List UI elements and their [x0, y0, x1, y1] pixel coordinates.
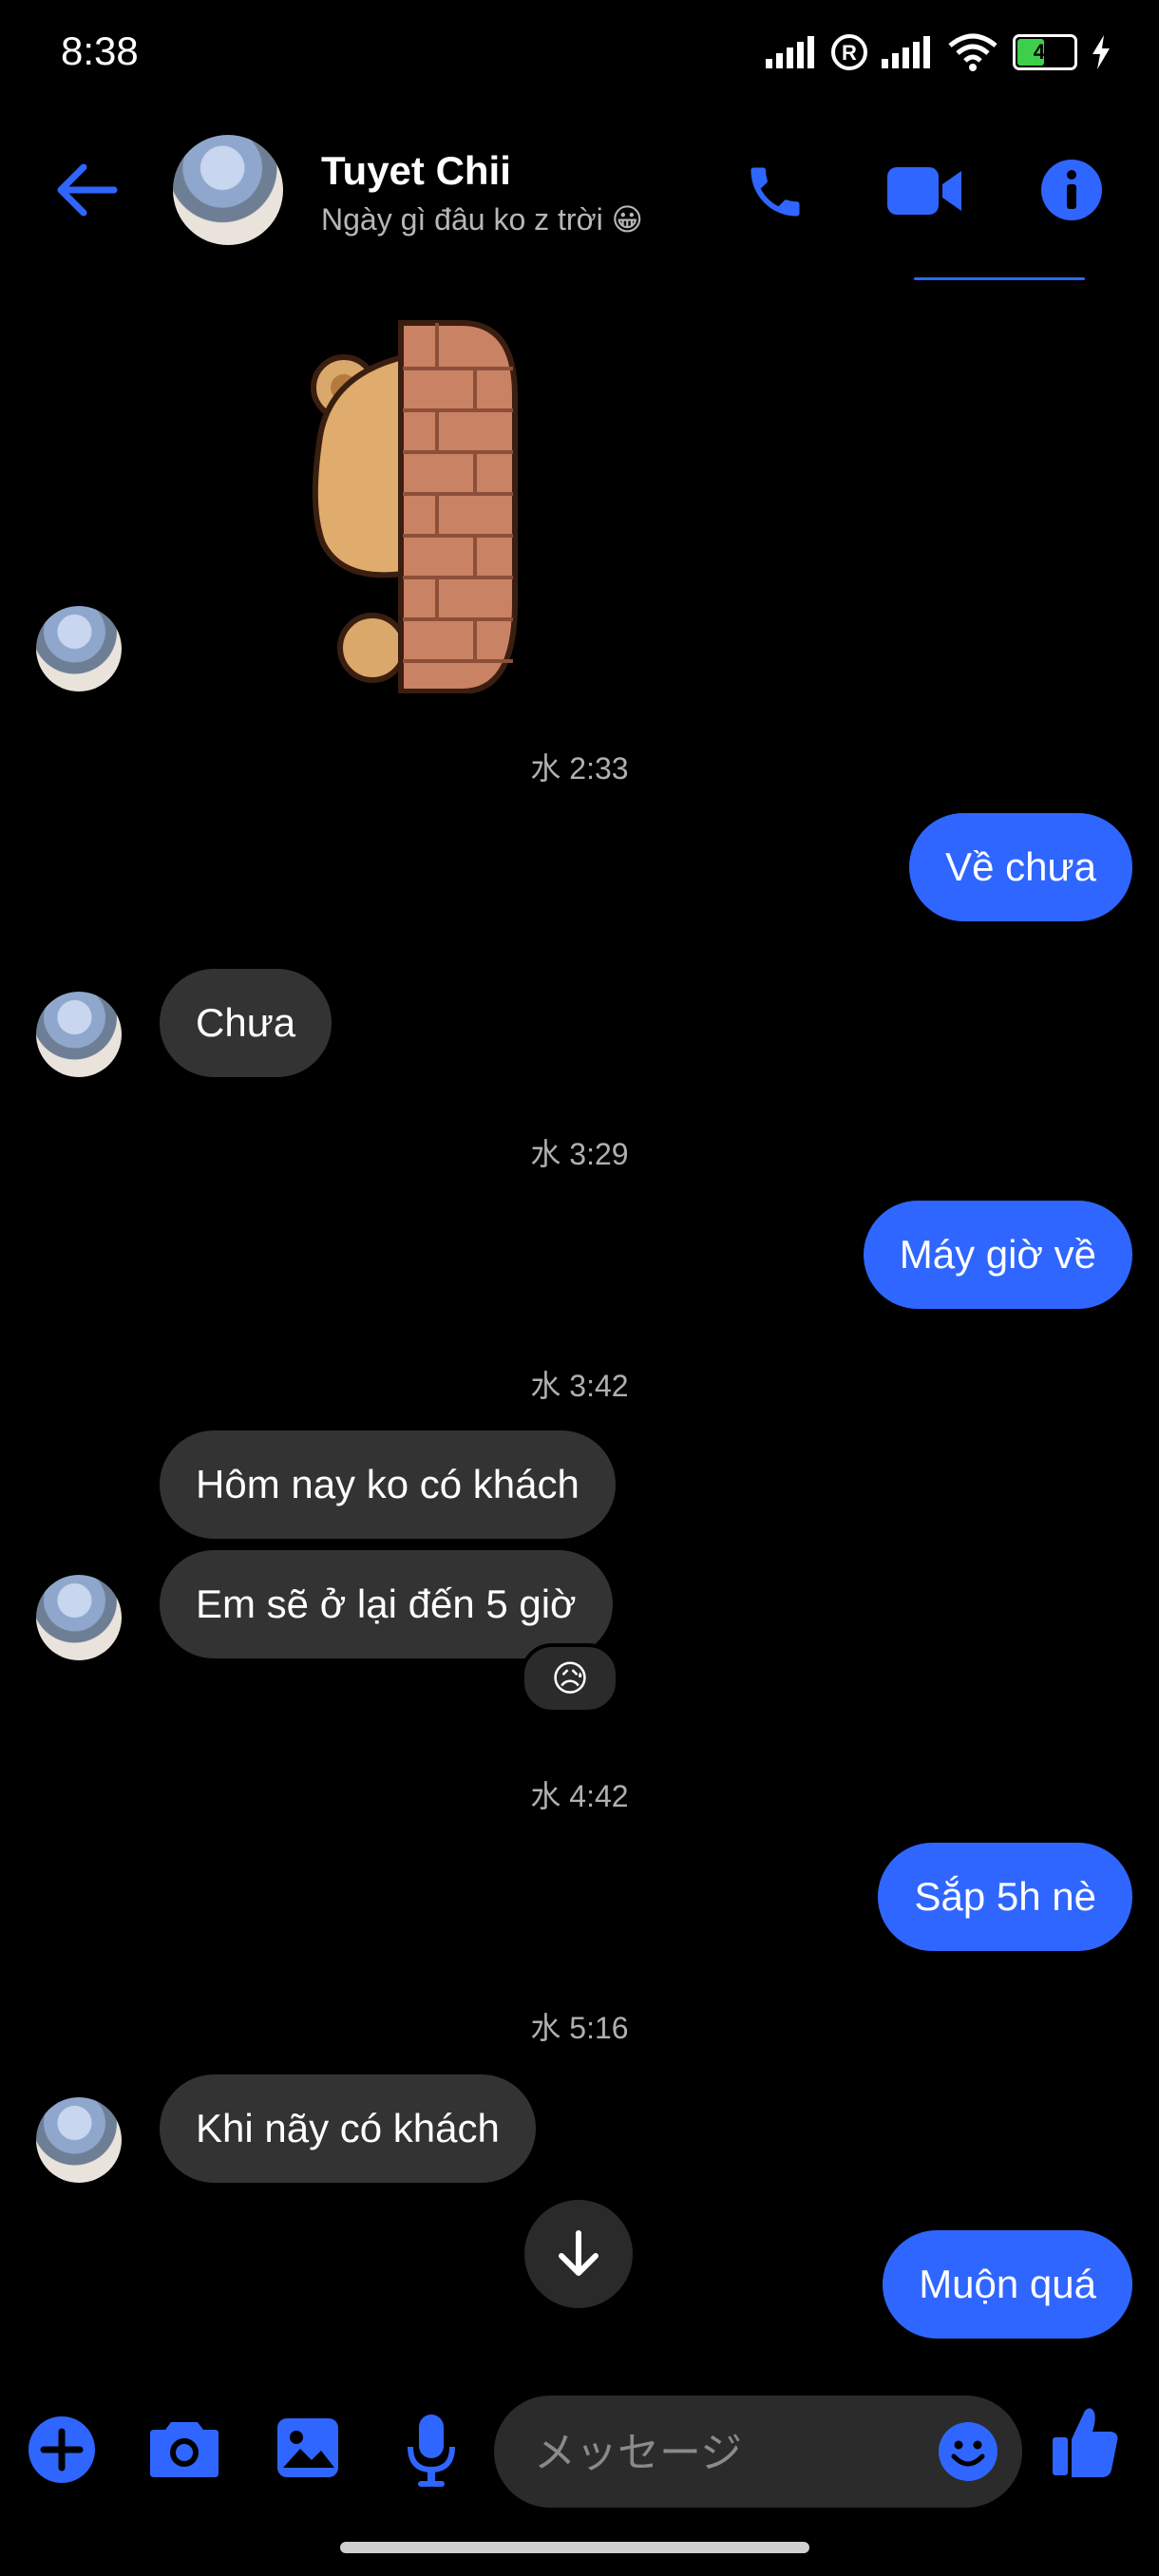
- timestamp: 水 2:33: [530, 751, 629, 786]
- outgoing-message[interactable]: Muộn quá: [883, 2230, 1132, 2339]
- phone-icon[interactable]: [743, 160, 808, 224]
- incoming-message[interactable]: Chưa: [160, 969, 332, 1077]
- plus-icon[interactable]: [27, 2415, 97, 2485]
- outgoing-message[interactable]: Sắp 5h nè: [878, 1843, 1132, 1951]
- gallery-icon[interactable]: [276, 2416, 340, 2479]
- sender-avatar: [36, 606, 122, 691]
- scroll-to-bottom-button[interactable]: [524, 2200, 633, 2308]
- header-divider: [914, 277, 1085, 280]
- sender-avatar: [36, 1575, 122, 1660]
- svg-text:R: R: [842, 41, 857, 65]
- message-reaction[interactable]: 😥: [521, 1643, 619, 1714]
- status-icons: R 45: [766, 32, 1112, 72]
- battery-level: 45: [1033, 40, 1057, 64]
- bear-peeking-behind-wall-sticker[interactable]: [304, 319, 522, 693]
- outgoing-message[interactable]: Máy giờ về: [863, 1201, 1132, 1309]
- incoming-message[interactable]: Khi nãy có khách: [160, 2074, 536, 2183]
- battery-indicator: 45: [1013, 34, 1077, 70]
- sender-avatar: [36, 2097, 122, 2183]
- contact-status: Ngày gì đâu ko z trời 😀: [321, 202, 643, 237]
- video-camera-icon[interactable]: [887, 163, 963, 218]
- back-arrow-icon[interactable]: [55, 161, 118, 218]
- emoji-icon[interactable]: [937, 2420, 999, 2483]
- wifi-icon: [948, 33, 998, 71]
- incoming-message[interactable]: Hôm nay ko có khách: [160, 1430, 616, 1539]
- charging-icon: [1092, 35, 1110, 69]
- message-input[interactable]: [532, 2418, 916, 2487]
- camera-icon[interactable]: [148, 2418, 220, 2479]
- microphone-icon[interactable]: [407, 2413, 456, 2489]
- incoming-message[interactable]: Em sẽ ở lại đến 5 giờ: [160, 1550, 613, 1658]
- contact-name[interactable]: Tuyet Chii: [321, 148, 511, 194]
- timestamp: 水 3:29: [530, 1137, 629, 1171]
- message-composer[interactable]: [494, 2396, 1022, 2508]
- contact-avatar[interactable]: [173, 135, 283, 245]
- signal-icon: [766, 36, 814, 68]
- sender-avatar: [36, 992, 122, 1077]
- timestamp: 水 5:16: [530, 2011, 629, 2045]
- info-icon[interactable]: [1039, 158, 1104, 222]
- roaming-icon: R: [831, 34, 867, 70]
- timestamp: 水 3:42: [530, 1369, 629, 1403]
- timestamp: 水 4:42: [530, 1779, 629, 1813]
- arrow-down-icon: [559, 2230, 598, 2276]
- status-time: 8:38: [61, 28, 139, 73]
- thumbs-up-icon[interactable]: [1051, 2405, 1119, 2481]
- signal-icon-2: [882, 36, 930, 68]
- outgoing-message[interactable]: Về chưa: [909, 813, 1132, 921]
- home-indicator[interactable]: [340, 2542, 809, 2553]
